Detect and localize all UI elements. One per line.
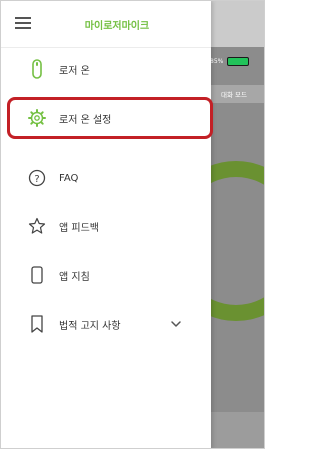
background-mode-button: 대화 모드 bbox=[204, 85, 264, 103]
svg-text:?: ? bbox=[34, 174, 39, 185]
menu-item-faq[interactable]: ? FAQ bbox=[1, 158, 211, 198]
hamburger-menu-icon[interactable] bbox=[15, 17, 31, 29]
background-mode-label: 대화 모드 bbox=[221, 91, 247, 99]
battery-icon bbox=[227, 57, 250, 66]
menu-item-label: FAQ bbox=[59, 172, 79, 184]
chevron-down-icon[interactable] bbox=[169, 317, 183, 331]
phone-icon bbox=[27, 265, 47, 285]
menu-item-app-feedback[interactable]: 앱 피드백 bbox=[1, 206, 211, 246]
menu-item-label: 앱 피드백 bbox=[59, 222, 99, 234]
background-status: 85% bbox=[210, 57, 250, 66]
menu-item-label: 법적 고지 사항 bbox=[59, 320, 121, 332]
menu-item-roger-on[interactable]: 로저 온 bbox=[1, 49, 211, 89]
battery-percent: 85% bbox=[210, 58, 224, 65]
menu-item-app-guide[interactable]: 앱 지침 bbox=[1, 255, 211, 295]
menu-item-label: 앱 지침 bbox=[59, 271, 90, 283]
device-icon bbox=[27, 59, 47, 79]
question-icon: ? bbox=[27, 168, 47, 188]
drawer-header: 마이로저마이크 bbox=[1, 1, 211, 48]
screen: 85% 대화 모드 마이로저마이크 로저 온 로저 온 설정 ? FAQ 앱 피… bbox=[0, 0, 265, 449]
highlight-box bbox=[7, 97, 213, 139]
bookmark-icon bbox=[27, 314, 47, 334]
star-icon bbox=[27, 216, 47, 236]
navigation-drawer: 마이로저마이크 로저 온 로저 온 설정 ? FAQ 앱 피드백 앱 지침 법적… bbox=[1, 1, 211, 448]
app-title: 마이로저마이크 bbox=[84, 21, 150, 32]
menu-item-label: 로저 온 bbox=[59, 65, 90, 77]
menu-item-legal-notice[interactable]: 법적 고지 사항 bbox=[1, 304, 211, 344]
